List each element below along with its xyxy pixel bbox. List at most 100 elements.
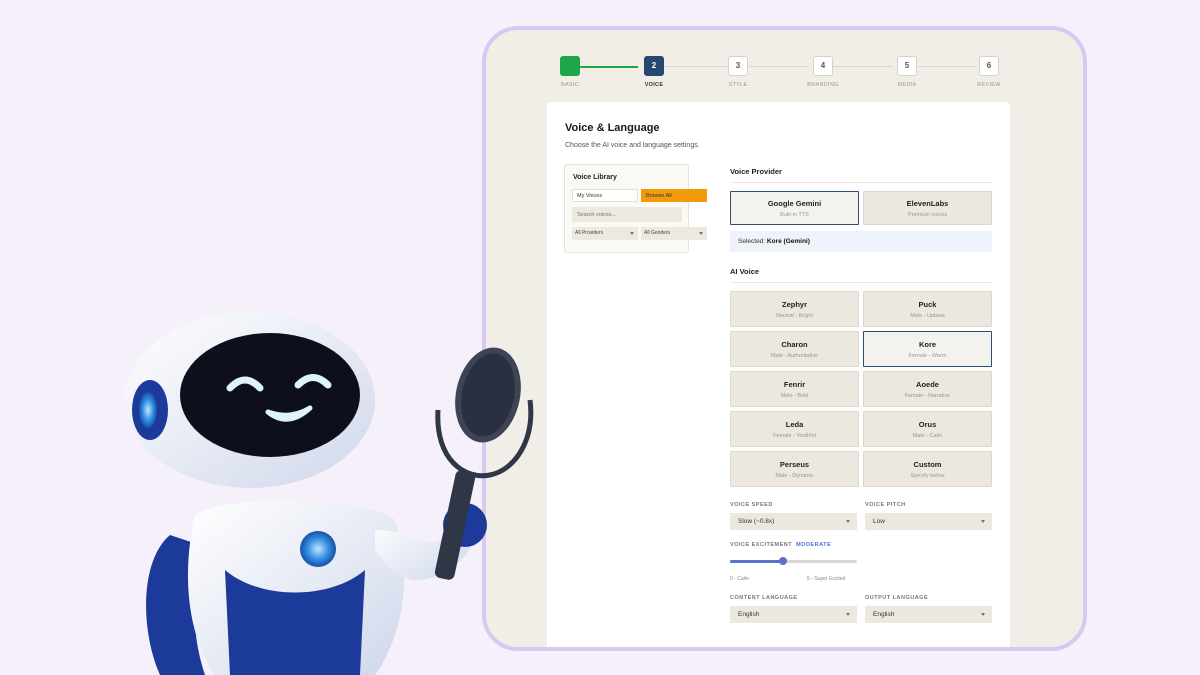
voice-desc: Male - Authoritative [770, 353, 819, 359]
tab-my-voices[interactable]: My Voices [572, 189, 638, 202]
voice-desc: Male - Bold [780, 393, 809, 399]
voice-option-perseus[interactable]: Perseus Male - Dynamic [730, 451, 859, 487]
content-language-label: CONTENT LANGUAGE [730, 595, 798, 601]
page-title: Voice & Language [565, 122, 660, 134]
voice-name: Fenrir [783, 380, 806, 389]
voice-provider-heading: Voice Provider [730, 167, 782, 176]
step-number: 5 [897, 56, 917, 76]
step-label: MEDIA [897, 82, 917, 88]
voice-desc: Female - Youthful [773, 433, 816, 439]
wizard-stepper: BASIC 2 VOICE 3 STYLE 4 BRANDING 5 MEDIA… [486, 30, 1083, 100]
page-subtitle: Choose the AI voice and language setting… [565, 142, 700, 149]
voice-desc: Female - Narrative [904, 393, 951, 399]
tab-browse-all[interactable]: Browse All [641, 189, 707, 202]
voice-search-input[interactable] [572, 207, 682, 222]
voice-option-puck[interactable]: Puck Male - Upbeat [863, 291, 992, 327]
slider-min-label: 0 - Calm [730, 576, 749, 582]
slider-handle[interactable] [779, 557, 788, 565]
voice-option-kore[interactable]: Kore Female - Warm [863, 331, 992, 367]
voice-desc: Male - Calm [912, 433, 943, 439]
step-label: REVIEW [977, 82, 1001, 88]
robot-mascot-illustration [125, 312, 534, 675]
gender-filter-select[interactable]: All Genders [641, 227, 707, 240]
step-number [560, 56, 580, 76]
excitement-value-badge: MODERATE [796, 542, 832, 548]
voice-option-charon[interactable]: Charon Male - Authoritative [730, 331, 859, 367]
voice-speed-value: Slow (~0.8x) [738, 518, 775, 525]
voice-option-custom[interactable]: Custom Specify below [863, 451, 992, 487]
chevron-down-icon [699, 232, 703, 235]
excitement-label-text: VOICE EXCITEMENT [730, 542, 793, 548]
voice-desc: Male - Dynamic [775, 473, 814, 479]
voice-pitch-select[interactable]: Low [865, 513, 992, 530]
output-language-select[interactable]: English [865, 606, 992, 623]
divider [730, 182, 992, 183]
chevron-down-icon [846, 520, 850, 523]
voice-option-fenrir[interactable]: Fenrir Male - Bold [730, 371, 859, 407]
content-language-value: English [738, 611, 760, 618]
chevron-down-icon [981, 613, 985, 616]
provider-name: ElevenLabs [906, 199, 949, 208]
selected-voice-indicator: Selected: Kore (Gemini) [730, 231, 992, 252]
selected-prefix: Selected: [738, 238, 766, 245]
voice-option-zephyr[interactable]: Zephyr Neutral - Bright [730, 291, 859, 327]
voice-name: Puck [918, 300, 937, 309]
divider [730, 282, 992, 283]
voice-name: Kore [918, 340, 937, 349]
chevron-down-icon [981, 520, 985, 523]
output-language-value: English [873, 611, 895, 618]
step-branding[interactable]: 4 BRANDING [793, 56, 853, 88]
step-label: VOICE [644, 82, 664, 88]
voice-desc: Specify below [910, 473, 945, 479]
provider-desc: Built-in TTS [780, 212, 809, 218]
voice-settings-card: Voice & Language Choose the AI voice and… [547, 102, 1010, 647]
voice-speed-label: VOICE SPEED [730, 502, 773, 508]
voice-excitement-label: VOICE EXCITEMENT MODERATE [730, 542, 831, 548]
step-basic[interactable]: BASIC [540, 56, 600, 88]
voice-option-leda[interactable]: Leda Female - Youthful [730, 411, 859, 447]
step-number: 6 [979, 56, 999, 76]
step-number: 3 [728, 56, 748, 76]
voice-desc: Male - Upbeat [910, 313, 945, 319]
output-language-label: OUTPUT LANGUAGE [865, 595, 929, 601]
ai-voice-heading: AI Voice [730, 267, 760, 276]
step-number: 4 [813, 56, 833, 76]
step-number: 2 [644, 56, 664, 76]
app-window: BASIC 2 VOICE 3 STYLE 4 BRANDING 5 MEDIA… [482, 26, 1087, 651]
chevron-down-icon [846, 613, 850, 616]
voice-desc: Neutral - Bright [776, 313, 813, 319]
voice-pitch-label: VOICE PITCH [865, 502, 906, 508]
voice-desc: Female - Warm [908, 353, 947, 359]
step-review[interactable]: 6 REVIEW [959, 56, 1019, 88]
slider-max-label: 5 - Super Excited [807, 576, 846, 582]
step-voice[interactable]: 2 VOICE [624, 56, 684, 88]
step-style[interactable]: 3 STYLE [708, 56, 768, 88]
provider-option-google-gemini[interactable]: Google Gemini Built-in TTS [730, 191, 859, 225]
step-label: BRANDING [807, 82, 839, 88]
excitement-slider[interactable] [730, 557, 857, 565]
voice-name: Custom [913, 460, 942, 469]
provider-filter-select[interactable]: All Providers [572, 227, 638, 240]
voice-option-orus[interactable]: Orus Male - Calm [863, 411, 992, 447]
voice-speed-select[interactable]: Slow (~0.8x) [730, 513, 857, 530]
gender-filter-value: All Genders [644, 230, 671, 236]
voice-name: Perseus [779, 460, 810, 469]
voice-option-aoede[interactable]: Aoede Female - Narrative [863, 371, 992, 407]
voice-name: Aoede [916, 380, 939, 389]
content-language-select[interactable]: English [730, 606, 857, 623]
chevron-down-icon [630, 232, 634, 235]
step-label: STYLE [728, 82, 748, 88]
voice-name: Charon [781, 340, 808, 349]
step-media[interactable]: 5 MEDIA [877, 56, 937, 88]
provider-desc: Premium voices [907, 212, 948, 218]
step-label: BASIC [560, 82, 579, 88]
voice-pitch-value: Low [873, 518, 885, 525]
provider-name: Google Gemini [767, 199, 822, 208]
slider-fill [730, 560, 784, 563]
voice-name: Orus [918, 420, 937, 429]
selected-voice-value: Kore (Gemini) [766, 238, 810, 245]
voice-library-title: Voice Library [573, 174, 617, 181]
provider-option-elevenlabs[interactable]: ElevenLabs Premium voices [863, 191, 992, 225]
voice-name: Leda [785, 420, 804, 429]
provider-filter-value: All Providers [575, 230, 604, 236]
